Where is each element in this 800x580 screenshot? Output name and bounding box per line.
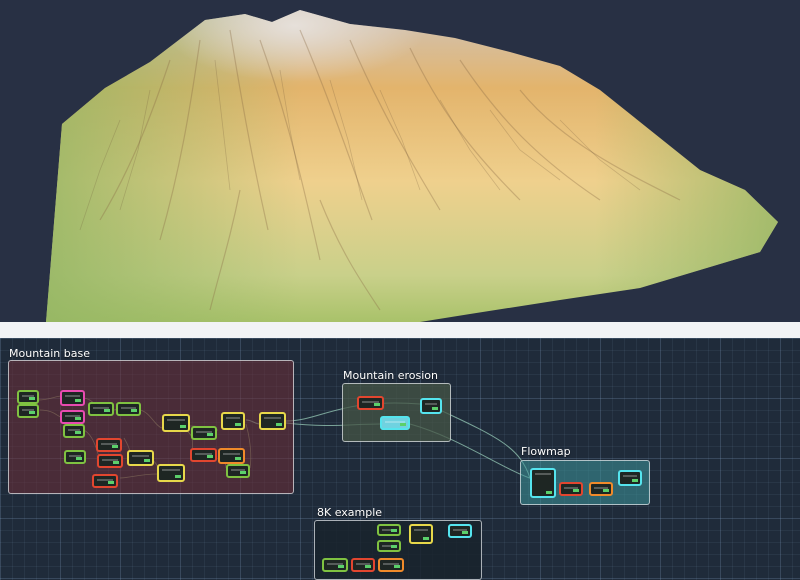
graph-node[interactable] xyxy=(116,402,141,416)
graph-node[interactable] xyxy=(357,396,384,410)
graph-node[interactable] xyxy=(190,448,217,462)
terrain-render xyxy=(46,10,778,322)
group-title-mountain-base: Mountain base xyxy=(9,347,90,360)
group-mountain-base[interactable] xyxy=(8,360,294,494)
graph-node[interactable] xyxy=(530,468,556,498)
graph-node[interactable] xyxy=(221,412,245,430)
graph-node[interactable] xyxy=(157,464,185,482)
viewport-splitter[interactable] xyxy=(0,322,800,338)
graph-node[interactable] xyxy=(380,416,410,430)
graph-node[interactable] xyxy=(448,524,472,538)
graph-node[interactable] xyxy=(92,474,118,488)
graph-node[interactable] xyxy=(96,438,122,452)
group-title-8k-example: 8K example xyxy=(317,506,383,519)
graph-node[interactable] xyxy=(377,540,401,552)
group-title-mountain-erosion: Mountain erosion xyxy=(343,369,439,382)
terrain-viewport[interactable] xyxy=(0,0,800,322)
graph-node[interactable] xyxy=(420,398,442,414)
graph-node[interactable] xyxy=(259,412,286,430)
graph-node[interactable] xyxy=(322,558,348,572)
graph-node[interactable] xyxy=(618,470,642,486)
graph-node[interactable] xyxy=(64,450,86,464)
graph-node[interactable] xyxy=(409,524,433,544)
graph-node[interactable] xyxy=(559,482,583,496)
graph-node[interactable] xyxy=(162,414,190,432)
group-title-flowmap: Flowmap xyxy=(521,445,571,458)
graph-node[interactable] xyxy=(88,402,114,416)
graph-node[interactable] xyxy=(226,464,250,478)
graph-node[interactable] xyxy=(378,558,404,572)
graph-node[interactable] xyxy=(191,426,217,440)
graph-node[interactable] xyxy=(60,390,85,406)
graph-node[interactable] xyxy=(17,390,39,404)
graph-node[interactable] xyxy=(377,524,401,536)
graph-node[interactable] xyxy=(63,424,85,438)
graph-node[interactable] xyxy=(351,558,375,572)
graph-node[interactable] xyxy=(127,450,154,466)
node-graph-canvas[interactable]: Mountain base Mountain erosion Flowmap 8… xyxy=(0,338,800,580)
graph-node[interactable] xyxy=(60,410,85,424)
graph-node[interactable] xyxy=(17,404,39,418)
graph-node[interactable] xyxy=(218,448,245,464)
graph-node[interactable] xyxy=(589,482,613,496)
graph-node[interactable] xyxy=(97,454,123,468)
